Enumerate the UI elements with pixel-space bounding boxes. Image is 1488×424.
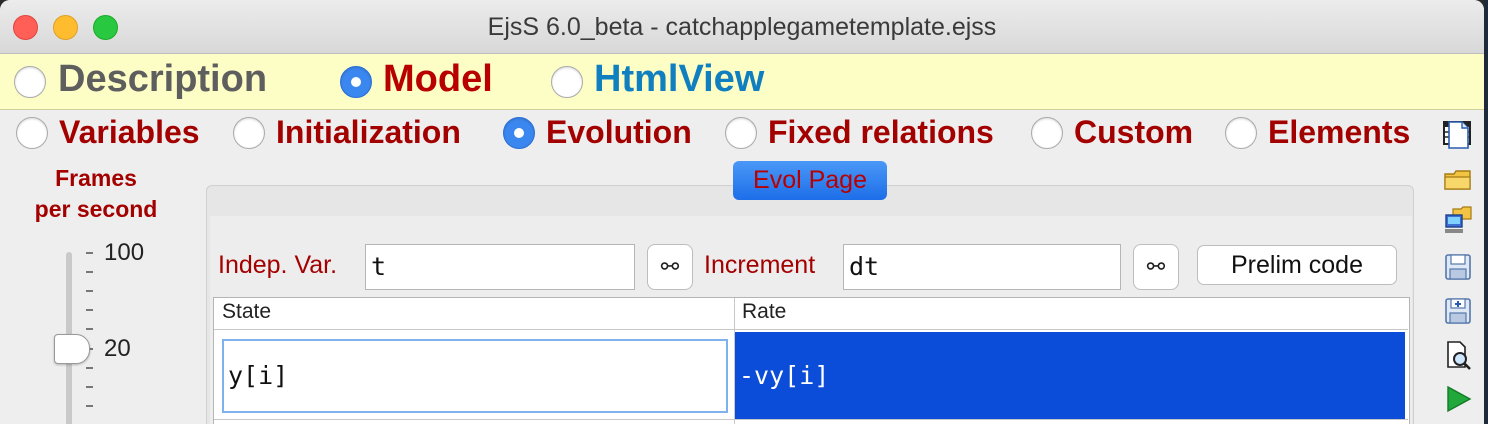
fps-slider-thumb[interactable] — [54, 334, 90, 364]
slider-tick — [86, 309, 93, 311]
tab-custom[interactable]: Custom — [1074, 114, 1193, 151]
fixed-relations-radio[interactable] — [725, 117, 757, 149]
save-as-icon[interactable] — [1443, 296, 1473, 326]
slider-tick — [86, 271, 93, 273]
model-radio[interactable] — [340, 66, 372, 98]
slider-tick — [86, 405, 93, 407]
state-column-header[interactable]: State — [222, 300, 271, 324]
save-icon[interactable] — [1443, 252, 1473, 282]
indep-var-link-button[interactable]: ⚯ — [647, 244, 693, 290]
run-icon[interactable] — [1443, 384, 1473, 414]
evolution-radio[interactable] — [503, 117, 535, 149]
slider-tick — [86, 328, 93, 330]
tab-model[interactable]: Model — [383, 58, 493, 101]
inspect-icon[interactable] — [1443, 340, 1473, 370]
window-title: EjsS 6.0_beta - catchapplegametemplate.e… — [487, 13, 997, 41]
increment-field[interactable]: dt — [843, 244, 1121, 290]
tab-fixed-relations[interactable]: Fixed relations — [768, 114, 994, 151]
open-folder-icon[interactable] — [1443, 165, 1473, 195]
slider-tick — [86, 386, 93, 388]
indep-var-field[interactable]: t — [365, 244, 635, 290]
fps-label: Frames per second — [10, 163, 182, 225]
slider-tick — [86, 290, 93, 292]
state-cell[interactable]: y[i] — [222, 339, 728, 413]
open-remote-icon[interactable] — [1443, 205, 1473, 235]
slider-tick — [86, 252, 93, 254]
ejs-window: EjsS 6.0_beta - catchapplegametemplate.e… — [0, 0, 1484, 424]
tab-variables[interactable]: Variables — [59, 114, 200, 151]
custom-radio[interactable] — [1031, 117, 1063, 149]
tab-initialization[interactable]: Initialization — [276, 114, 461, 151]
header-divider — [214, 329, 1408, 330]
tab-description[interactable]: Description — [58, 58, 267, 101]
title-bar: EjsS 6.0_beta - catchapplegametemplate.e… — [0, 0, 1484, 54]
rate-column-header[interactable]: Rate — [742, 300, 786, 324]
increment-link-button[interactable]: ⚯ — [1133, 244, 1179, 290]
background-edge — [1484, 0, 1488, 424]
description-radio[interactable] — [14, 66, 46, 98]
indep-var-label: Indep. Var. — [218, 251, 338, 279]
tab-evolution[interactable]: Evolution — [546, 114, 692, 151]
prelim-code-button[interactable]: Prelim code — [1197, 245, 1397, 285]
htmlview-radio[interactable] — [551, 66, 583, 98]
initialization-radio[interactable] — [233, 117, 265, 149]
right-toolbar — [1433, 110, 1484, 424]
new-file-icon[interactable] — [1443, 120, 1473, 150]
tab-htmlview[interactable]: HtmlView — [594, 58, 764, 101]
fps-max-label: 100 — [104, 239, 145, 266]
row-divider — [214, 419, 1408, 420]
slider-tick — [86, 367, 93, 369]
increment-label: Increment — [704, 251, 816, 279]
main-tab-bar: Description Model HtmlView — [0, 54, 1484, 145]
fps-label-line2: per second — [34, 196, 158, 222]
elements-radio[interactable] — [1225, 117, 1257, 149]
variables-radio[interactable] — [16, 117, 48, 149]
link-icon: ⚯ — [1146, 254, 1166, 279]
rate-cell[interactable]: -vy[i] — [735, 332, 1405, 419]
evol-page-tab[interactable]: Evol Page — [733, 161, 887, 200]
tab-elements[interactable]: Elements — [1268, 114, 1410, 151]
link-icon: ⚯ — [660, 254, 680, 279]
fps-current-label: 20 — [104, 335, 131, 362]
fps-label-line1: Frames — [55, 165, 137, 191]
